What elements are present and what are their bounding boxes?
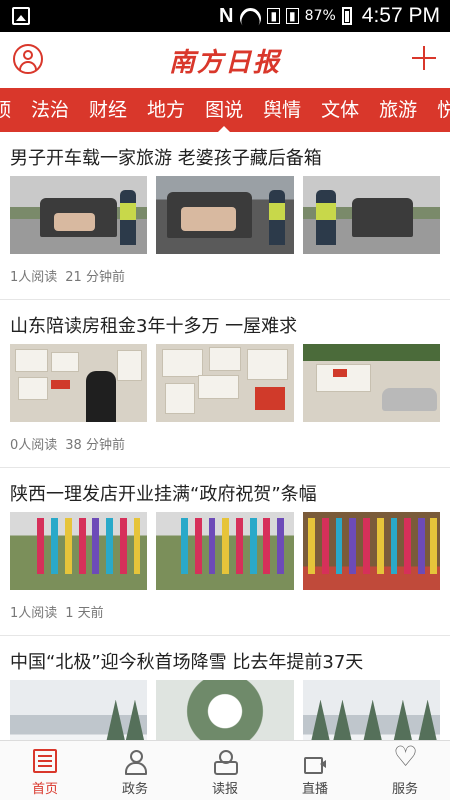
plus-icon[interactable] bbox=[412, 46, 436, 70]
news-icon bbox=[33, 749, 57, 773]
tab-8[interactable]: 悦 bbox=[427, 88, 450, 132]
thumbnail-image[interactable] bbox=[302, 512, 440, 590]
nav-item-live[interactable]: 直播 bbox=[270, 741, 360, 800]
publish-time: 1 天前 bbox=[65, 606, 104, 621]
read-count: 1人阅读 bbox=[10, 270, 58, 285]
clock: 4:57 PM bbox=[361, 4, 440, 27]
news-feed[interactable]: 男子开车载一家旅游 老婆孩子藏后备箱 1人阅读 21 分钟前 山东陪读房租金3年十… bbox=[0, 132, 450, 740]
bottom-navigation: 首页 政务 读报 直播 服务 bbox=[0, 740, 450, 800]
read-count: 1人阅读 bbox=[10, 606, 58, 621]
thumbnail-row bbox=[10, 512, 440, 590]
thumbnail-row bbox=[10, 176, 440, 254]
tab-1[interactable]: 法治 bbox=[21, 88, 79, 132]
nav-label: 读报 bbox=[211, 782, 238, 797]
thumbnail-row bbox=[10, 344, 440, 422]
status-bar: N ᠎▮ ᠎▮ 87% 4:57 PM bbox=[0, 0, 450, 32]
article-meta: 1人阅读 1 天前 bbox=[10, 602, 440, 621]
article-item[interactable]: 陕西一理发店开业挂满“政府祝贺”条幅 1人阅读 1 天前 bbox=[0, 468, 450, 636]
publish-time: 21 分钟前 bbox=[65, 270, 125, 285]
article-meta: 1人阅读 21 分钟前 bbox=[10, 266, 440, 285]
thumbnail-image[interactable] bbox=[10, 344, 148, 422]
read-count: 0人阅读 bbox=[10, 438, 58, 453]
article-item[interactable]: 山东陪读房租金3年十多万 一屋难求 0人阅读 38 分钟前 bbox=[0, 300, 450, 468]
app-header: 南方日报 bbox=[0, 32, 450, 88]
heart-icon bbox=[393, 743, 418, 773]
article-title[interactable]: 陕西一理发店开业挂满“政府祝贺”条幅 bbox=[10, 468, 440, 512]
article-title[interactable]: 中国“北极”迎今秋首场降雪 比去年提前37天 bbox=[10, 636, 440, 680]
wifi-icon bbox=[239, 8, 261, 24]
thumbnail-image[interactable] bbox=[10, 680, 148, 740]
nav-item-home[interactable]: 首页 bbox=[0, 741, 90, 800]
category-tabs: 顶法治 财经 地方 图说 舆情 文体 旅游悦 bbox=[0, 88, 450, 132]
thumbnail-image[interactable] bbox=[302, 680, 440, 740]
nav-item-government[interactable]: 政务 bbox=[90, 741, 180, 800]
battery-percent: 87% bbox=[304, 8, 336, 24]
person-icon bbox=[123, 749, 147, 775]
nav-label: 首页 bbox=[31, 782, 58, 797]
signal-icon: ᠎▮ bbox=[286, 8, 299, 24]
tab-4[interactable]: 图说 bbox=[195, 88, 253, 132]
app-logo: 南方日报 bbox=[168, 48, 281, 78]
n-icon: N bbox=[218, 4, 234, 27]
tab-2[interactable]: 财经 bbox=[79, 88, 137, 132]
thumbnail-image[interactable] bbox=[302, 176, 440, 254]
tab-7[interactable]: 旅游 bbox=[369, 88, 427, 132]
article-title[interactable]: 山东陪读房租金3年十多万 一屋难求 bbox=[10, 300, 440, 344]
thumbnail-row bbox=[10, 680, 440, 740]
video-camera-icon bbox=[303, 749, 327, 774]
tab-3[interactable]: 地方 bbox=[137, 88, 195, 132]
image-icon bbox=[12, 7, 30, 25]
thumbnail-image[interactable] bbox=[156, 512, 294, 590]
nav-label: 服务 bbox=[391, 782, 418, 797]
tab-0[interactable]: 顶 bbox=[0, 88, 21, 132]
thumbnail-image[interactable] bbox=[156, 680, 294, 740]
status-icons: N ᠎▮ ᠎▮ 87% 4:57 PM bbox=[219, 0, 440, 32]
nav-label: 政务 bbox=[121, 782, 148, 797]
nav-item-service[interactable]: 服务 bbox=[360, 741, 450, 800]
thumbnail-image[interactable] bbox=[156, 344, 294, 422]
reader-icon bbox=[213, 749, 238, 775]
thumbnail-image[interactable] bbox=[302, 344, 440, 422]
article-meta: 0人阅读 38 分钟前 bbox=[10, 434, 440, 453]
tab-6[interactable]: 文体 bbox=[311, 88, 369, 132]
article-item[interactable]: 中国“北极”迎今秋首场降雪 比去年提前37天 bbox=[0, 636, 450, 740]
thumbnail-image[interactable] bbox=[10, 176, 148, 254]
signal-icon: ᠎▮ bbox=[267, 8, 281, 24]
battery-icon bbox=[341, 7, 352, 25]
thumbnail-image[interactable] bbox=[156, 176, 294, 254]
nav-item-read-paper[interactable]: 读报 bbox=[180, 741, 270, 800]
article-item[interactable]: 男子开车载一家旅游 老婆孩子藏后备箱 1人阅读 21 分钟前 bbox=[0, 132, 450, 300]
thumbnail-image[interactable] bbox=[10, 512, 148, 590]
nav-label: 直播 bbox=[301, 782, 328, 797]
article-title[interactable]: 男子开车载一家旅游 老婆孩子藏后备箱 bbox=[10, 132, 440, 176]
publish-time: 38 分钟前 bbox=[65, 438, 125, 453]
tab-5[interactable]: 舆情 bbox=[253, 88, 311, 132]
